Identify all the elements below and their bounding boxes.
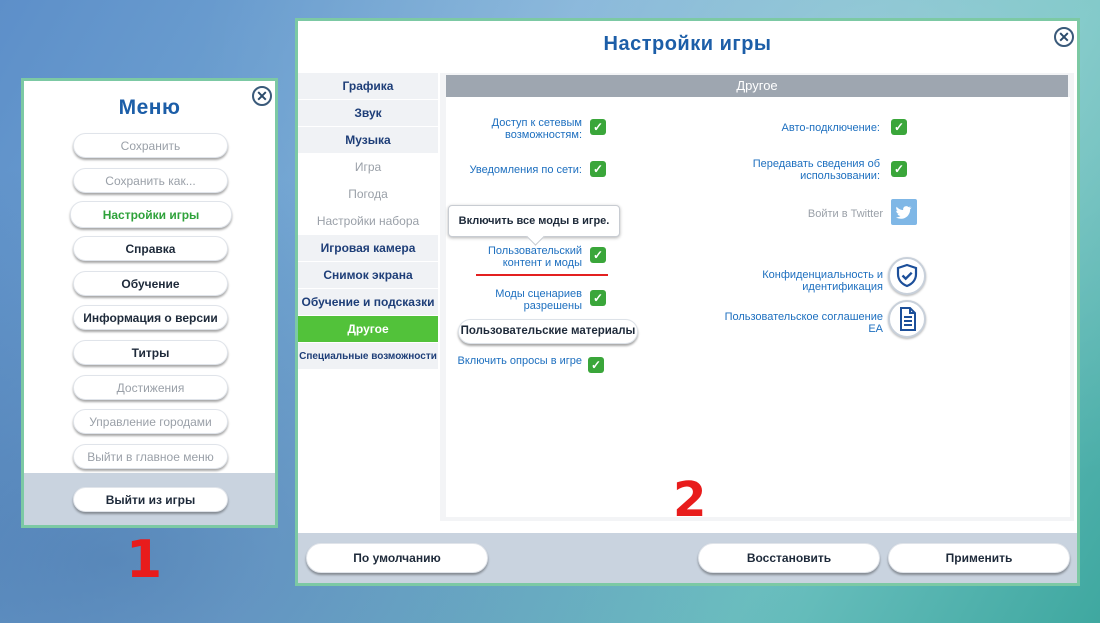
option-label-share-usage: Передавать сведения об использовании: xyxy=(752,158,880,182)
apply-button[interactable]: Применить xyxy=(888,543,1070,573)
checkbox-online-access[interactable]: ✓ xyxy=(590,119,606,135)
menu-item-manage-worlds[interactable]: Управление городами xyxy=(73,409,228,434)
restore-button[interactable]: Восстановить xyxy=(698,543,880,573)
menu-item-main-menu[interactable]: Выйти в главное меню xyxy=(73,444,228,469)
menu-item-save[interactable]: Сохранить xyxy=(73,133,228,158)
custom-materials-button[interactable]: Пользовательские материалы xyxy=(458,319,638,344)
annotation-number-1: 1 xyxy=(126,530,163,590)
tab-set-settings[interactable]: Настройки набора xyxy=(298,208,438,235)
close-icon[interactable]: ✕ xyxy=(252,86,272,106)
option-label-online-notifications: Уведомления по сети: xyxy=(469,164,582,176)
document-icon[interactable] xyxy=(888,300,926,338)
option-label-twitter: Войти в Twitter xyxy=(807,208,883,220)
settings-footer: По умолчанию Восстановить Применить xyxy=(298,533,1077,583)
tab-tutorial-hints[interactable]: Обучение и подсказки xyxy=(298,289,438,316)
menu-item-save-as[interactable]: Сохранить как... xyxy=(73,168,228,193)
section-title: Другое xyxy=(446,75,1068,97)
close-icon[interactable]: ✕ xyxy=(1054,27,1074,47)
annotation-number-2: 2 xyxy=(673,472,707,528)
menu-item-game-settings[interactable]: Настройки игры xyxy=(70,201,232,228)
menu-item-tutorial[interactable]: Обучение xyxy=(73,271,228,296)
option-label-auto-connect: Авто-подключение: xyxy=(781,122,881,134)
tab-sound[interactable]: Звук xyxy=(298,100,438,127)
tab-camera[interactable]: Игровая камера xyxy=(298,235,438,262)
main-menu-panel: Меню ✕ Сохранить Сохранить как... Настро… xyxy=(21,78,278,528)
settings-title: Настройки игры xyxy=(603,33,772,55)
checkbox-share-usage[interactable]: ✓ xyxy=(891,161,907,177)
checkbox-auto-connect[interactable]: ✓ xyxy=(891,119,907,135)
menu-item-credits[interactable]: Титры xyxy=(73,340,228,365)
exit-game-button[interactable]: Выйти из игры xyxy=(73,487,228,512)
checkbox-in-game-surveys[interactable]: ✓ xyxy=(588,357,604,373)
option-label-privacy: Конфиденциальность и идентификация xyxy=(762,269,883,293)
menu-item-achievements[interactable]: Достижения xyxy=(73,375,228,400)
settings-sidebar: Графика Звук Музыка Игра Погода Настройк… xyxy=(298,73,438,370)
tab-weather[interactable]: Погода xyxy=(298,181,438,208)
checkbox-script-mods[interactable]: ✓ xyxy=(590,290,606,306)
option-label-online-access: Доступ к сетевым возможностям: xyxy=(491,117,582,141)
option-label-user-agreement: Пользовательское соглашение EA xyxy=(724,311,883,335)
shield-check-icon[interactable] xyxy=(888,257,926,295)
tab-music[interactable]: Музыка xyxy=(298,127,438,154)
checkbox-online-notifications[interactable]: ✓ xyxy=(590,161,606,177)
tab-screenshot[interactable]: Снимок экрана xyxy=(298,262,438,289)
option-label-in-game-surveys: Включить опросы в игре xyxy=(457,355,582,367)
menu-item-version-info[interactable]: Информация о версии xyxy=(73,305,228,330)
menu-title: Меню xyxy=(118,96,181,119)
tab-accessibility[interactable]: Специальные возможности xyxy=(298,343,438,370)
option-label-script-mods: Моды сценариев разрешены xyxy=(495,288,582,312)
tooltip: Включить все моды в игре. xyxy=(448,205,620,237)
tab-graphics[interactable]: Графика xyxy=(298,73,438,100)
tab-other[interactable]: Другое xyxy=(298,316,438,343)
tab-game[interactable]: Игра xyxy=(298,154,438,181)
highlight-underline xyxy=(476,274,608,276)
settings-content: Другое Доступ к сетевым возможностям: ✓ … xyxy=(440,73,1074,525)
game-settings-panel: Настройки игры ✕ Графика Звук Музыка Игр… xyxy=(295,18,1080,586)
checkbox-custom-content[interactable]: ✓ xyxy=(590,247,606,263)
menu-item-help[interactable]: Справка xyxy=(73,236,228,261)
default-button[interactable]: По умолчанию xyxy=(306,543,488,573)
twitter-icon[interactable] xyxy=(891,199,917,225)
option-label-custom-content: Пользовательский контент и моды xyxy=(488,245,582,269)
